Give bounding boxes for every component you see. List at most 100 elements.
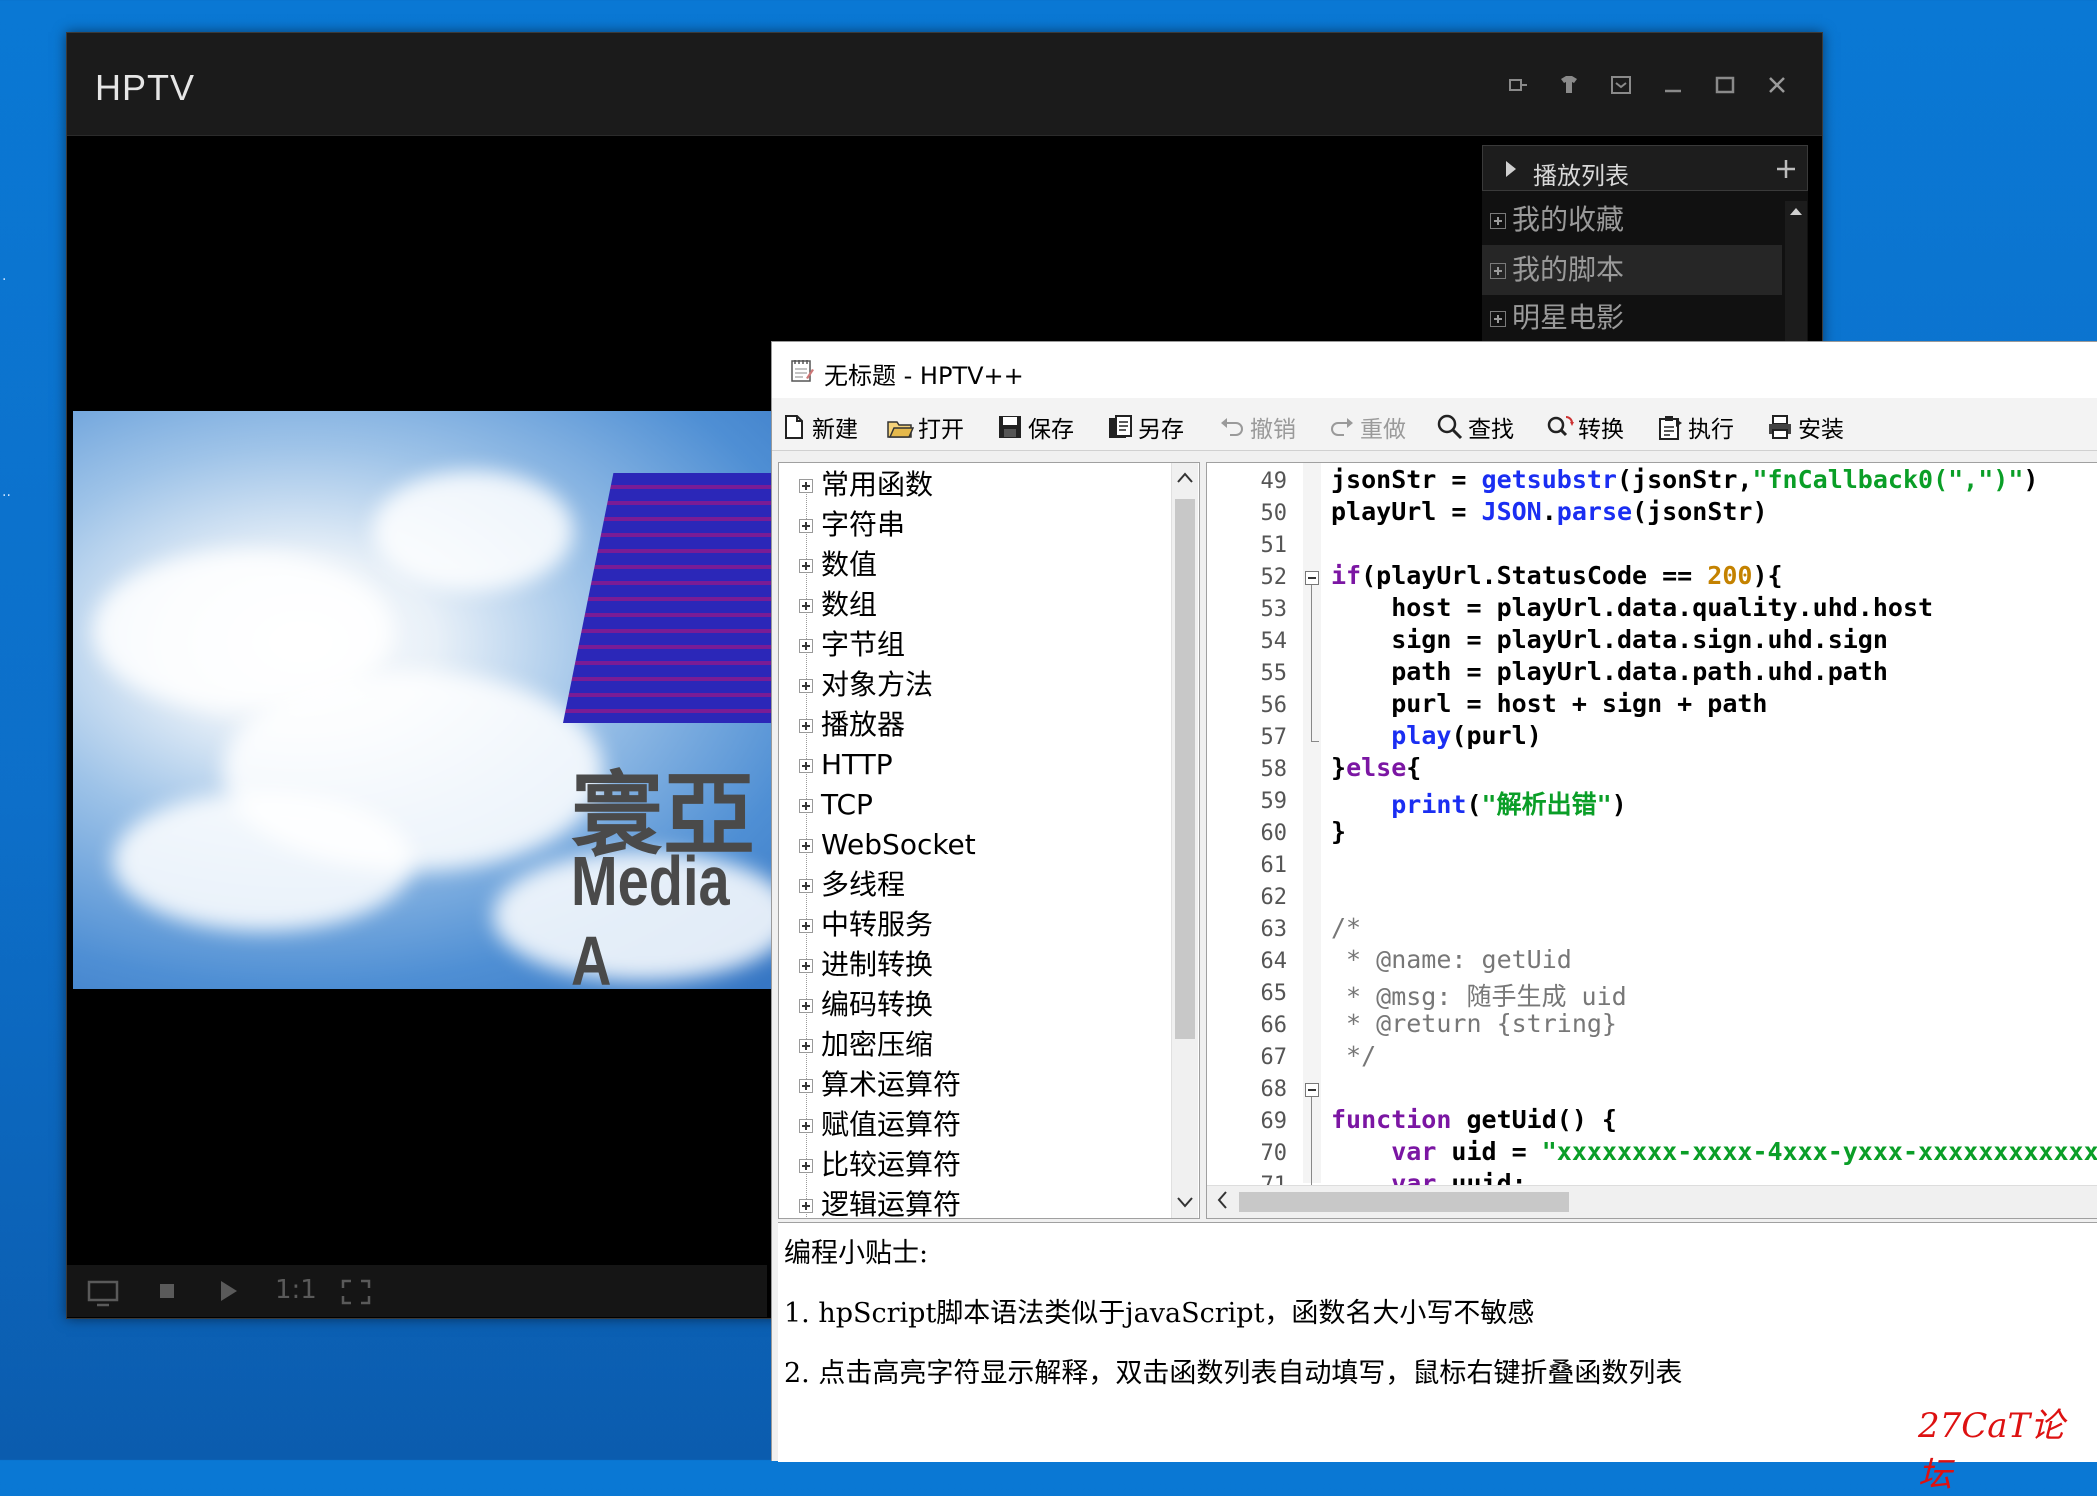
expand-plus-icon[interactable] bbox=[799, 759, 813, 773]
desktop-icon-fragment: · bbox=[2, 272, 7, 288]
tree-item[interactable]: 多线程 bbox=[779, 865, 1159, 905]
save-button[interactable]: 保存 bbox=[996, 410, 1074, 443]
skin-shirt-icon[interactable] bbox=[1553, 69, 1585, 101]
close-icon[interactable] bbox=[1761, 69, 1793, 101]
tree-item[interactable]: 算术运算符 bbox=[779, 1065, 1159, 1105]
tree-item[interactable]: 常用函数 bbox=[779, 465, 1159, 505]
tree-item[interactable]: TCP bbox=[779, 785, 1159, 825]
tips-panel: 编程小贴士: 1. hpScript脚本语法类似于javaScript，函数名大… bbox=[778, 1222, 2097, 1462]
code-line-67: */ bbox=[1331, 1041, 1377, 1070]
tree-scrollbar[interactable] bbox=[1171, 463, 1198, 1218]
expand-plus-icon[interactable] bbox=[799, 599, 813, 613]
expand-plus-icon[interactable] bbox=[799, 959, 813, 973]
scroll-thumb[interactable] bbox=[1239, 1192, 1569, 1212]
fold-margin bbox=[1303, 463, 1321, 1187]
playlist-item-scripts[interactable]: 我的脚本 bbox=[1482, 245, 1782, 295]
expand-plus-icon[interactable] bbox=[799, 1079, 813, 1093]
line-number: 49 bbox=[1260, 469, 1288, 494]
video-frame[interactable]: 寰亞 Media A bbox=[73, 411, 833, 989]
expand-plus-icon[interactable] bbox=[799, 519, 813, 533]
open-button[interactable]: 打开 bbox=[886, 410, 964, 443]
expand-plus-icon[interactable] bbox=[799, 559, 813, 573]
hptv-editor-window: 无标题 - HPTV++ 新建 打开 保存 另存 撤销 重做 查找 转换 执行 bbox=[771, 341, 2097, 1462]
maximize-icon[interactable] bbox=[1709, 69, 1741, 101]
playlist-item-star-movies[interactable]: 明星电影 bbox=[1482, 293, 1782, 343]
redo-button[interactable]: 重做 bbox=[1328, 410, 1406, 443]
line-number-gutter: 49 50 51 52 53 54 55 56 57 58 59 60 61 6… bbox=[1207, 463, 1295, 1198]
tree-item[interactable]: 编码转换 bbox=[779, 985, 1159, 1025]
code-line-69: function getUid() { bbox=[1331, 1105, 1617, 1134]
tree-item[interactable]: 逻辑运算符 bbox=[779, 1185, 1159, 1218]
playlist-item-favorites[interactable]: 我的收藏 bbox=[1482, 195, 1782, 245]
expand-plus-icon[interactable] bbox=[799, 719, 813, 733]
expand-plus-icon[interactable] bbox=[799, 1119, 813, 1133]
tree-item[interactable]: 进制转换 bbox=[779, 945, 1159, 985]
tree-item[interactable]: 赋值运算符 bbox=[779, 1105, 1159, 1145]
expand-plus-icon[interactable] bbox=[799, 999, 813, 1013]
fold-minus-icon[interactable] bbox=[1305, 571, 1319, 585]
undo-button[interactable]: 撤销 bbox=[1218, 410, 1296, 443]
line-number: 62 bbox=[1260, 885, 1288, 910]
expand-plus-icon[interactable] bbox=[799, 639, 813, 653]
code-line-55: path = playUrl.data.path.uhd.path bbox=[1331, 657, 1888, 686]
tree-item[interactable]: HTTP bbox=[779, 745, 1159, 785]
minimize-icon[interactable] bbox=[1657, 69, 1689, 101]
tree-item[interactable]: 数值 bbox=[779, 545, 1159, 585]
stop-icon[interactable] bbox=[157, 1281, 177, 1301]
playlist-header[interactable]: 播放列表 bbox=[1482, 145, 1808, 191]
scroll-up-icon[interactable] bbox=[1788, 205, 1804, 217]
pin-icon[interactable] bbox=[1501, 69, 1533, 101]
player-title-bar[interactable]: HPTV bbox=[67, 33, 1822, 136]
chevron-left-icon[interactable] bbox=[1215, 1189, 1229, 1211]
tree-item[interactable]: 播放器 bbox=[779, 705, 1159, 745]
tree-item[interactable]: 字节组 bbox=[779, 625, 1159, 665]
fullscreen-icon[interactable] bbox=[341, 1279, 371, 1305]
expand-plus-icon[interactable] bbox=[799, 1159, 813, 1173]
playlist-scrollbar[interactable] bbox=[1785, 201, 1807, 351]
find-button[interactable]: 查找 bbox=[1436, 410, 1514, 443]
expand-plus-icon[interactable] bbox=[799, 919, 813, 933]
code-line-57: play(purl) bbox=[1391, 721, 1542, 750]
save-as-button[interactable]: 另存 bbox=[1106, 410, 1184, 443]
expand-plus-icon[interactable] bbox=[799, 799, 813, 813]
run-button[interactable]: 执行 bbox=[1656, 410, 1734, 443]
expand-plus-icon[interactable] bbox=[1490, 213, 1506, 229]
editor-title-bar[interactable]: 无标题 - HPTV++ bbox=[772, 342, 2097, 399]
tree-item[interactable]: 中转服务 bbox=[779, 905, 1159, 945]
expand-plus-icon[interactable] bbox=[1490, 311, 1506, 327]
convert-button[interactable]: 转换 bbox=[1546, 410, 1624, 443]
expand-plus-icon[interactable] bbox=[799, 679, 813, 693]
tree-item[interactable]: 数组 bbox=[779, 585, 1159, 625]
code-editor[interactable]: 49 50 51 52 53 54 55 56 57 58 59 60 61 6… bbox=[1206, 462, 2097, 1219]
chevron-down-icon[interactable] bbox=[1176, 1195, 1194, 1209]
code-line-56: purl = host + sign + path bbox=[1331, 689, 1768, 718]
expand-plus-icon[interactable] bbox=[1490, 263, 1506, 279]
new-button[interactable]: 新建 bbox=[780, 410, 858, 443]
code-line-59: print("解析出错") bbox=[1391, 790, 1627, 819]
chevron-up-icon[interactable] bbox=[1176, 471, 1194, 485]
tree-item[interactable]: WebSocket bbox=[779, 825, 1159, 865]
fold-minus-icon[interactable] bbox=[1305, 1083, 1319, 1097]
line-number: 64 bbox=[1260, 949, 1288, 974]
scroll-thumb[interactable] bbox=[1175, 499, 1195, 1039]
add-playlist-icon[interactable] bbox=[1775, 158, 1797, 180]
tree-item[interactable]: 加密压缩 bbox=[779, 1025, 1159, 1065]
tree-item[interactable]: 比较运算符 bbox=[779, 1145, 1159, 1185]
save-as-icon bbox=[1109, 415, 1132, 438]
expand-plus-icon[interactable] bbox=[799, 839, 813, 853]
expand-plus-icon[interactable] bbox=[799, 1199, 813, 1213]
menu-dropdown-icon[interactable] bbox=[1605, 69, 1637, 101]
expand-plus-icon[interactable] bbox=[799, 1039, 813, 1053]
play-icon[interactable] bbox=[217, 1279, 239, 1303]
screen-icon[interactable] bbox=[87, 1279, 119, 1307]
expand-plus-icon[interactable] bbox=[799, 479, 813, 493]
code-horizontal-scrollbar[interactable] bbox=[1207, 1185, 2097, 1218]
install-button[interactable]: 安装 bbox=[1766, 410, 1844, 443]
line-number: 58 bbox=[1260, 757, 1288, 782]
aspect-ratio-label[interactable]: 1:1 bbox=[275, 1275, 317, 1305]
tree-item[interactable]: 字符串 bbox=[779, 505, 1159, 545]
tree-item[interactable]: 对象方法 bbox=[779, 665, 1159, 705]
desktop-icon-fragment: ·· bbox=[2, 488, 11, 504]
expand-plus-icon[interactable] bbox=[799, 879, 813, 893]
code-line-53: host = playUrl.data.quality.uhd.host bbox=[1331, 593, 1934, 622]
